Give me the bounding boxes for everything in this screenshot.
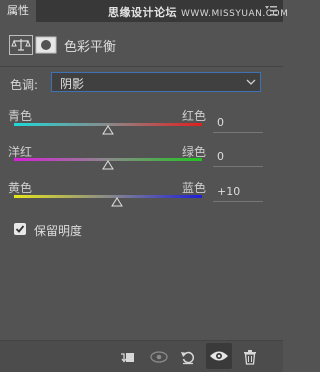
clip-to-layer-icon[interactable] <box>119 349 135 365</box>
slider-cyan-red-value[interactable]: 0 <box>213 116 263 133</box>
eye-icon <box>210 351 228 361</box>
reset-icon[interactable] <box>180 349 196 365</box>
slider-yellow-label: 黄色 <box>8 181 33 195</box>
chevron-down-icon <box>246 79 256 85</box>
header-divider <box>0 66 283 67</box>
slider-yellow-blue-value-text: +10 <box>217 185 241 198</box>
preserve-luminosity-label: 保留明度 <box>34 224 83 238</box>
adjustment-header: 色彩平衡 <box>0 22 283 68</box>
properties-panel: 属性 思缘设计论坛 WWW.MISSYUAN.COM 色彩平衡 色调: 阴影 青… <box>0 0 288 372</box>
slider-yellow-blue-thumb[interactable] <box>111 197 124 207</box>
preserve-luminosity-checkbox[interactable] <box>14 223 26 235</box>
watermark: 思缘设计论坛 WWW.MISSYUAN.COM <box>108 4 288 20</box>
slider-cyan-label: 青色 <box>8 109 33 123</box>
tone-label: 色调: <box>10 78 39 92</box>
slider-magenta-green-thumb[interactable] <box>102 160 114 170</box>
adjustment-title: 色彩平衡 <box>64 40 117 55</box>
tone-dropdown[interactable]: 阴影 <box>51 72 261 92</box>
layer-mask-icon[interactable] <box>35 35 57 55</box>
slider-magenta-green-value-text: 0 <box>217 150 224 163</box>
tab-properties[interactable]: 属性 <box>0 0 36 22</box>
slider-cyan-red-thumb[interactable] <box>102 125 114 135</box>
panel-tab-bar: 属性 思缘设计论坛 WWW.MISSYUAN.COM <box>0 0 288 22</box>
visibility-toggle[interactable] <box>206 343 232 369</box>
watermark-text: 思缘设计论坛 <box>108 6 177 19</box>
slider-cyan-red-value-text: 0 <box>217 116 224 129</box>
balance-scale-icon <box>9 35 33 55</box>
slider-yellow-blue-track[interactable] <box>14 195 202 198</box>
slider-magenta-green-value[interactable]: 0 <box>213 150 263 167</box>
panel-menu-icon[interactable] <box>264 5 278 17</box>
view-previous-state-icon[interactable] <box>149 349 169 365</box>
bottom-toolbar <box>0 341 283 372</box>
slider-yellow-blue-value[interactable]: +10 <box>213 185 263 202</box>
slider-red-label: 红色 <box>182 109 207 123</box>
tone-dropdown-value: 阴影 <box>60 77 85 91</box>
trash-icon[interactable] <box>242 349 258 365</box>
slider-blue-label: 蓝色 <box>182 181 207 195</box>
